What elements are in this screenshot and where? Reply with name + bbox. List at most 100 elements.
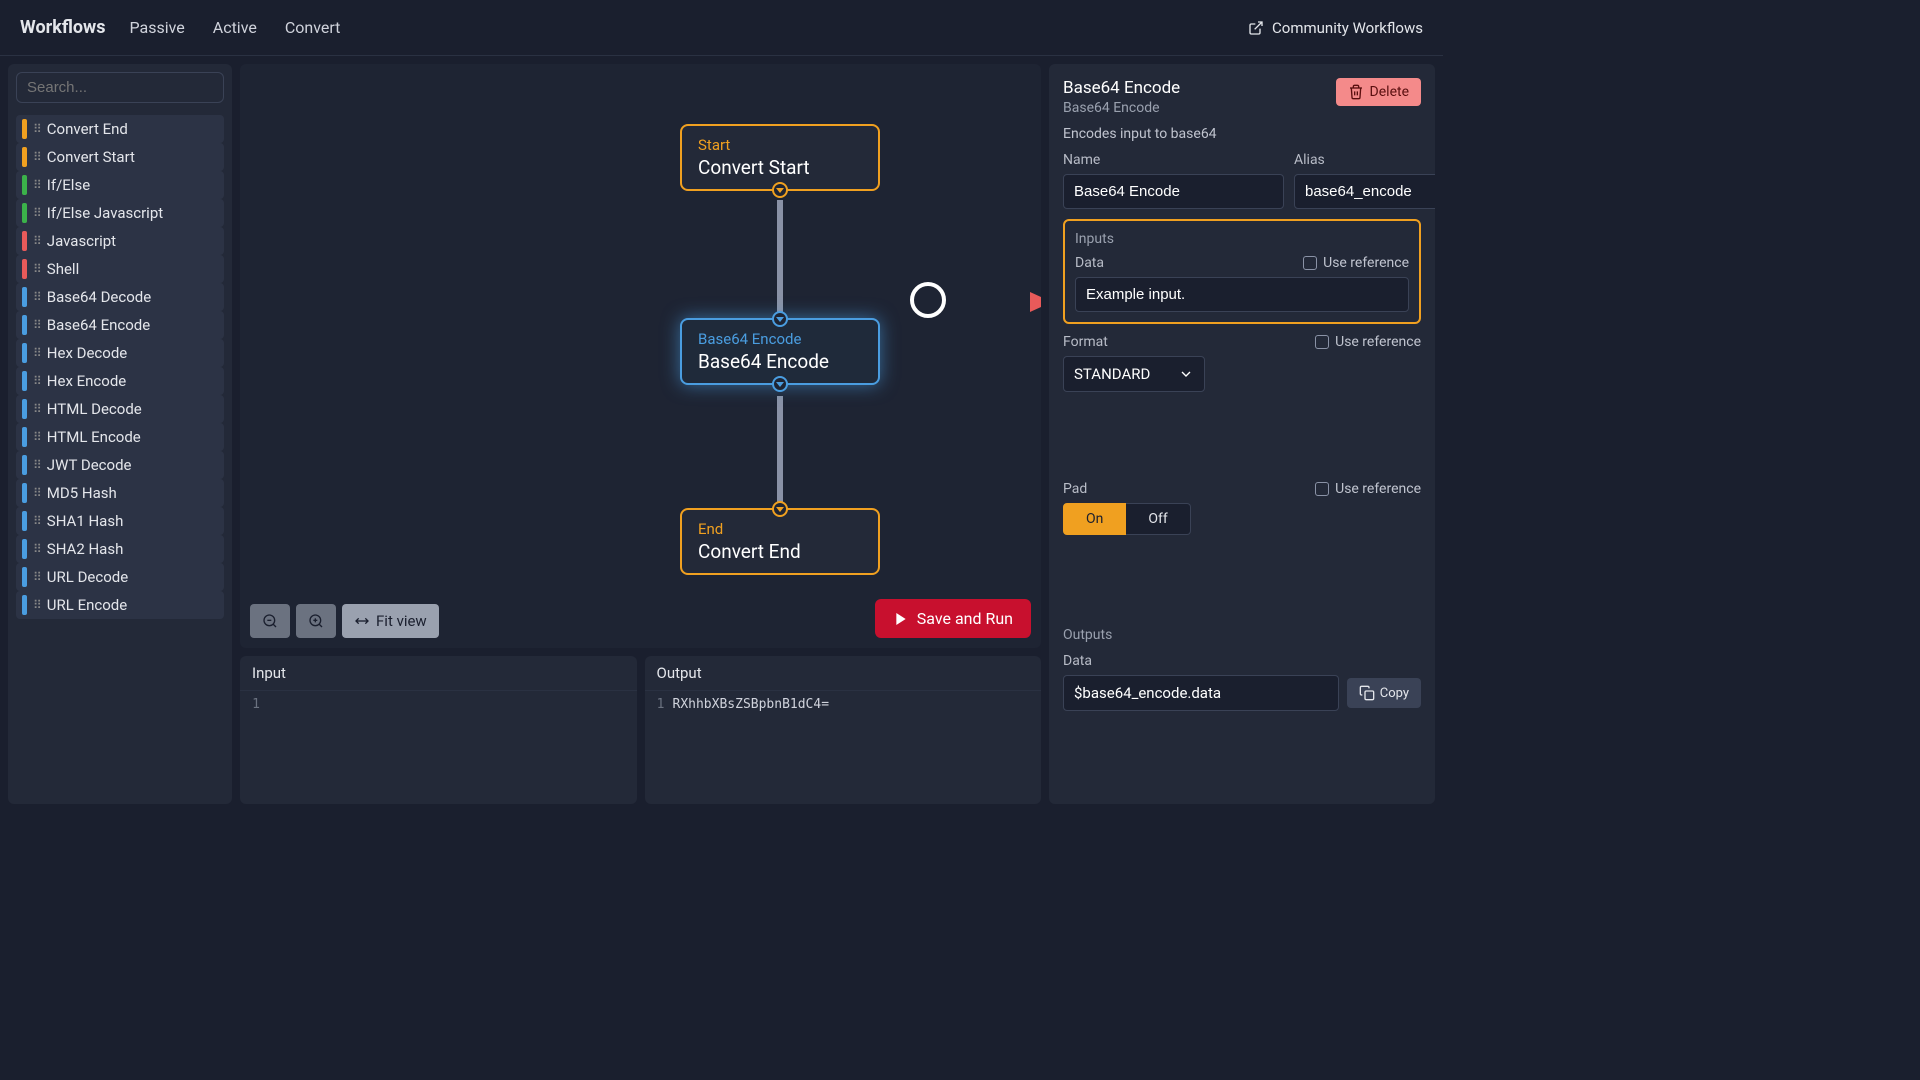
grip-icon: ⠿	[33, 458, 41, 472]
node-convert-start[interactable]: Start Convert Start	[680, 124, 880, 191]
props-subtitle: Base64 Encode	[1063, 100, 1336, 116]
palette-node-label: Javascript	[47, 232, 116, 250]
brand[interactable]: Workflows	[20, 17, 106, 38]
nav-convert[interactable]: Convert	[285, 18, 341, 37]
port-in[interactable]	[772, 501, 788, 517]
palette-node[interactable]: ⠿ Convert Start	[16, 143, 224, 171]
alias-input[interactable]	[1294, 174, 1435, 209]
grip-icon: ⠿	[33, 234, 41, 248]
port-out[interactable]	[772, 376, 788, 392]
input-panel: Input 1	[240, 656, 637, 804]
grip-icon: ⠿	[33, 346, 41, 360]
annotation-arrow	[944, 282, 1041, 322]
palette-node-label: MD5 Hash	[47, 484, 117, 502]
palette-node[interactable]: ⠿ URL Encode	[16, 591, 224, 619]
workflow-canvas[interactable]: Start Convert Start Base64 Encode Base64…	[240, 64, 1041, 648]
palette-node[interactable]: ⠿ Convert End	[16, 115, 224, 143]
palette-node[interactable]: ⠿ HTML Decode	[16, 395, 224, 423]
name-label: Name	[1063, 152, 1284, 168]
palette-node[interactable]: ⠿ SHA1 Hash	[16, 507, 224, 535]
palette-node[interactable]: ⠿ Base64 Decode	[16, 283, 224, 311]
color-bar	[22, 203, 27, 223]
pad-off-button[interactable]: Off	[1126, 503, 1190, 535]
checkbox-icon	[1315, 482, 1329, 496]
palette-node[interactable]: ⠿ SHA2 Hash	[16, 535, 224, 563]
palette-node[interactable]: ⠿ Javascript	[16, 227, 224, 255]
color-bar	[22, 483, 27, 503]
inputs-section: Inputs Data Use reference	[1063, 219, 1421, 324]
port-in[interactable]	[772, 311, 788, 327]
format-use-reference[interactable]: Use reference	[1315, 334, 1421, 350]
edge	[777, 200, 783, 320]
input-body[interactable]: 1	[240, 691, 637, 804]
node-base64-encode[interactable]: Base64 Encode Base64 Encode	[680, 318, 880, 385]
annotation-circle	[910, 282, 946, 318]
pad-on-button[interactable]: On	[1063, 503, 1126, 535]
palette-node[interactable]: ⠿ JWT Decode	[16, 451, 224, 479]
palette-node[interactable]: ⠿ Shell	[16, 255, 224, 283]
checkbox-icon	[1303, 256, 1317, 270]
color-bar	[22, 511, 27, 531]
grip-icon: ⠿	[33, 178, 41, 192]
node-convert-end[interactable]: End Convert End	[680, 508, 880, 575]
grip-icon: ⠿	[33, 542, 41, 556]
palette-node-label: HTML Decode	[47, 400, 142, 418]
pad-use-reference[interactable]: Use reference	[1315, 481, 1421, 497]
grip-icon: ⠿	[33, 486, 41, 500]
name-input[interactable]	[1063, 174, 1284, 209]
output-label: Output	[645, 656, 1042, 691]
grip-icon: ⠿	[33, 318, 41, 332]
data-input[interactable]	[1075, 277, 1409, 312]
fit-view-button[interactable]: Fit view	[342, 604, 439, 638]
copy-button[interactable]: Copy	[1347, 678, 1421, 708]
external-link-icon	[1248, 20, 1264, 36]
color-bar	[22, 147, 27, 167]
grip-icon: ⠿	[33, 150, 41, 164]
top-nav: Workflows Passive Active Convert Communi…	[0, 0, 1443, 56]
color-bar	[22, 539, 27, 559]
checkbox-icon	[1315, 335, 1329, 349]
palette-node[interactable]: ⠿ URL Decode	[16, 563, 224, 591]
palette-node[interactable]: ⠿ Hex Decode	[16, 339, 224, 367]
palette-node-label: HTML Encode	[47, 428, 141, 446]
color-bar	[22, 119, 27, 139]
format-select[interactable]: STANDARD	[1063, 356, 1205, 392]
palette-node[interactable]: ⠿ MD5 Hash	[16, 479, 224, 507]
palette-node[interactable]: ⠿ HTML Encode	[16, 423, 224, 451]
palette-node-label: JWT Decode	[47, 456, 132, 474]
inputs-label: Inputs	[1075, 231, 1409, 247]
format-label: Format	[1063, 334, 1108, 350]
grip-icon: ⠿	[33, 262, 41, 276]
community-workflows-link[interactable]: Community Workflows	[1248, 19, 1423, 37]
nav-active[interactable]: Active	[213, 18, 257, 37]
output-expression: $base64_encode.data	[1063, 675, 1339, 711]
palette-node[interactable]: ⠿ Hex Encode	[16, 367, 224, 395]
data-label: Data	[1075, 255, 1104, 271]
palette-node-label: Hex Encode	[47, 372, 126, 390]
color-bar	[22, 399, 27, 419]
color-bar	[22, 455, 27, 475]
palette-node-label: Base64 Encode	[47, 316, 150, 334]
palette-node-label: If/Else	[47, 176, 90, 194]
output-data-label: Data	[1063, 653, 1421, 669]
props-title: Base64 Encode	[1063, 78, 1336, 98]
palette-node-label: Convert End	[47, 120, 128, 138]
port-out[interactable]	[772, 182, 788, 198]
delete-button[interactable]: Delete	[1336, 78, 1421, 106]
grip-icon: ⠿	[33, 430, 41, 444]
output-body: 1RXhhbXBsZSBpbnB1dC4=	[645, 691, 1042, 804]
data-use-reference[interactable]: Use reference	[1303, 255, 1409, 271]
play-icon	[893, 611, 909, 627]
palette-node[interactable]: ⠿ Base64 Encode	[16, 311, 224, 339]
zoom-out-button[interactable]	[250, 604, 290, 638]
palette-node[interactable]: ⠿ If/Else Javascript	[16, 199, 224, 227]
palette-node-label: URL Decode	[47, 568, 128, 586]
nav-passive[interactable]: Passive	[130, 18, 185, 37]
palette-node[interactable]: ⠿ If/Else	[16, 171, 224, 199]
search-input[interactable]	[27, 79, 226, 96]
properties-panel: Base64 Encode Base64 Encode Delete Encod…	[1049, 64, 1435, 804]
zoom-in-button[interactable]	[296, 604, 336, 638]
save-and-run-button[interactable]: Save and Run	[875, 599, 1031, 638]
output-panel: Output 1RXhhbXBsZSBpbnB1dC4=	[645, 656, 1042, 804]
grip-icon: ⠿	[33, 206, 41, 220]
